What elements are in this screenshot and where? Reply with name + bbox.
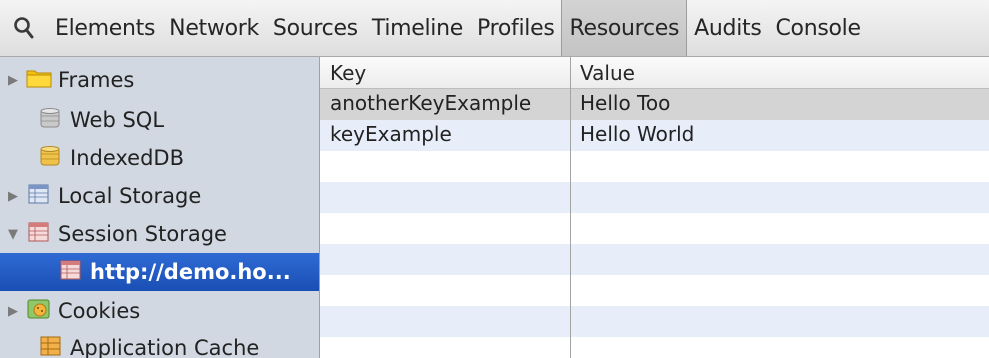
empty-row xyxy=(320,182,989,213)
tab-network[interactable]: Network xyxy=(162,0,266,56)
sidebar-item-label: Local Storage xyxy=(58,184,202,208)
folder-icon xyxy=(26,67,52,94)
table-row[interactable]: keyExample Hello World xyxy=(320,120,989,151)
column-header-key[interactable]: Key xyxy=(320,57,366,89)
tab-timeline[interactable]: Timeline xyxy=(365,0,470,56)
sidebar-item-web-sql[interactable]: Web SQL xyxy=(0,101,319,139)
app-cache-icon xyxy=(38,335,64,358)
sidebar-item-label: http://demo.ho... xyxy=(90,260,291,284)
empty-row xyxy=(320,275,989,306)
search-button[interactable] xyxy=(0,0,48,56)
key-cell[interactable]: anotherKeyExample xyxy=(320,89,531,120)
magnifier-icon xyxy=(14,17,34,39)
storage-table-icon xyxy=(26,183,52,210)
disclosure-triangle-icon[interactable]: ▶ xyxy=(6,304,20,319)
empty-row xyxy=(320,213,989,244)
tab-console[interactable]: Console xyxy=(769,0,868,56)
disclosure-triangle-icon[interactable]: ▶ xyxy=(6,189,20,204)
empty-row xyxy=(320,337,989,358)
tab-sources[interactable]: Sources xyxy=(266,0,365,56)
sidebar-item-label: Application Cache xyxy=(70,336,260,358)
sidebar-item-indexeddb[interactable]: IndexedDB xyxy=(0,139,319,177)
sidebar-item-label: Web SQL xyxy=(70,108,165,132)
column-divider[interactable] xyxy=(570,57,571,358)
database-icon xyxy=(38,145,64,172)
tab-audits[interactable]: Audits xyxy=(687,0,768,56)
column-header-value[interactable]: Value xyxy=(570,57,635,89)
empty-row xyxy=(320,244,989,275)
sidebar-item-session-origin[interactable]: http://demo.ho... xyxy=(0,253,319,291)
sidebar-item-label: Cookies xyxy=(58,299,141,323)
disclosure-triangle-icon[interactable]: ▶ xyxy=(6,73,20,88)
table-row[interactable]: anotherKeyExample Hello Too xyxy=(320,89,989,120)
sidebar-item-frames[interactable]: ▶ Frames xyxy=(0,61,319,99)
storage-table-icon xyxy=(26,221,52,248)
tab-profiles[interactable]: Profiles xyxy=(470,0,561,56)
tab-resources[interactable]: Resources xyxy=(561,0,688,56)
sidebar-item-local-storage[interactable]: ▶ Local Storage xyxy=(0,177,319,215)
sidebar-item-label: Session Storage xyxy=(58,222,227,246)
devtools-toolbar: Elements Network Sources Timeline Profil… xyxy=(0,0,989,57)
empty-row xyxy=(320,306,989,337)
storage-table-icon xyxy=(58,259,84,286)
cookie-icon xyxy=(26,298,52,325)
storage-data-grid: Key Value anotherKeyExample Hello Too ke… xyxy=(320,57,989,358)
value-cell[interactable]: Hello World xyxy=(570,120,694,151)
resources-sidebar: ▶ Frames Web SQL IndexedDB ▶ Local Stora… xyxy=(0,57,320,358)
sidebar-item-cookies[interactable]: ▶ Cookies xyxy=(0,292,319,330)
tab-elements[interactable]: Elements xyxy=(48,0,162,56)
sidebar-item-session-storage[interactable]: ▼ Session Storage xyxy=(0,215,319,253)
disclosure-triangle-icon[interactable]: ▼ xyxy=(6,227,20,242)
sidebar-item-label: Frames xyxy=(58,68,135,92)
sidebar-item-application-cache[interactable]: Application Cache xyxy=(0,329,319,358)
grid-header: Key Value xyxy=(320,57,989,89)
value-cell[interactable]: Hello Too xyxy=(570,89,670,120)
empty-row xyxy=(320,151,989,182)
database-icon xyxy=(38,107,64,134)
key-cell[interactable]: keyExample xyxy=(320,120,452,151)
sidebar-item-label: IndexedDB xyxy=(70,146,184,170)
